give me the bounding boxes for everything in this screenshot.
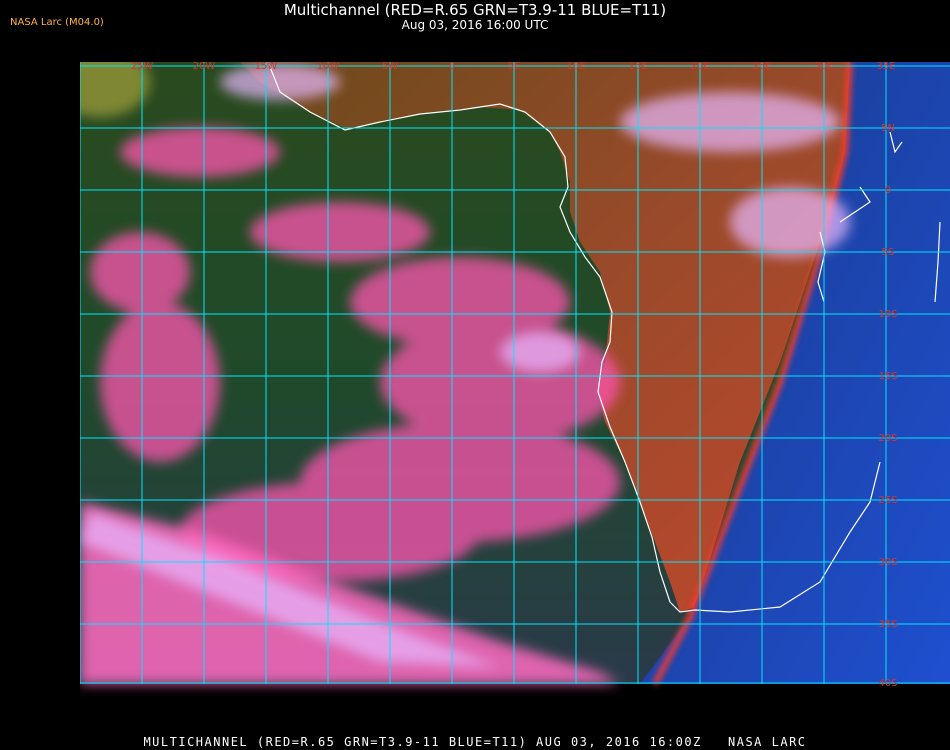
lat-label-35s: 35S	[878, 619, 897, 630]
lon-label-15e: 15E	[628, 62, 647, 72]
satellite-image: 25W 20W 15W 10W 5W 0 5E 10E 15E 20E 25E …	[80, 62, 950, 727]
lon-label-20w: 20W	[193, 62, 216, 72]
satellite-imagery	[80, 62, 950, 686]
source-tag: NASA Larc (M04.0)	[10, 17, 104, 28]
lat-label-10s: 10S	[878, 309, 897, 320]
lat-label-20s: 20S	[878, 433, 897, 444]
lon-label-35e: 35E	[876, 62, 895, 72]
lon-label-5e: 5E	[508, 62, 521, 72]
lon-label-20e: 20E	[690, 62, 709, 72]
lon-label-0: 0	[449, 62, 455, 72]
footer-caption: MULTICHANNEL (RED=R.65 GRN=T3.9-11 BLUE=…	[143, 735, 807, 749]
lat-label-5n: 5N	[881, 123, 895, 134]
lon-label-25e: 25E	[752, 62, 771, 72]
lat-label-25s: 25S	[878, 495, 897, 506]
lat-label-0: 0	[885, 185, 891, 196]
lon-label-25w: 25W	[131, 62, 154, 72]
lon-label-5w: 5W	[382, 62, 398, 72]
lon-label-10w: 10W	[317, 62, 340, 72]
image-title: Multichannel (RED=R.65 GRN=T3.9-11 BLUE=…	[283, 1, 667, 19]
lat-label-5s: 5S	[882, 247, 895, 258]
lat-label-15s: 15S	[878, 371, 897, 382]
lat-label-30s: 30S	[878, 557, 897, 568]
lon-label-10e: 10E	[566, 62, 585, 72]
image-timestamp: Aug 03, 2016 16:00 UTC	[401, 18, 549, 32]
lon-label-15w: 15W	[255, 62, 278, 72]
satellite-map: 25W 20W 15W 10W 5W 0 5E 10E 15E 20E 25E …	[80, 62, 950, 727]
lon-label-30e: 30E	[814, 62, 833, 72]
lat-label-40s: 40S	[878, 678, 897, 689]
